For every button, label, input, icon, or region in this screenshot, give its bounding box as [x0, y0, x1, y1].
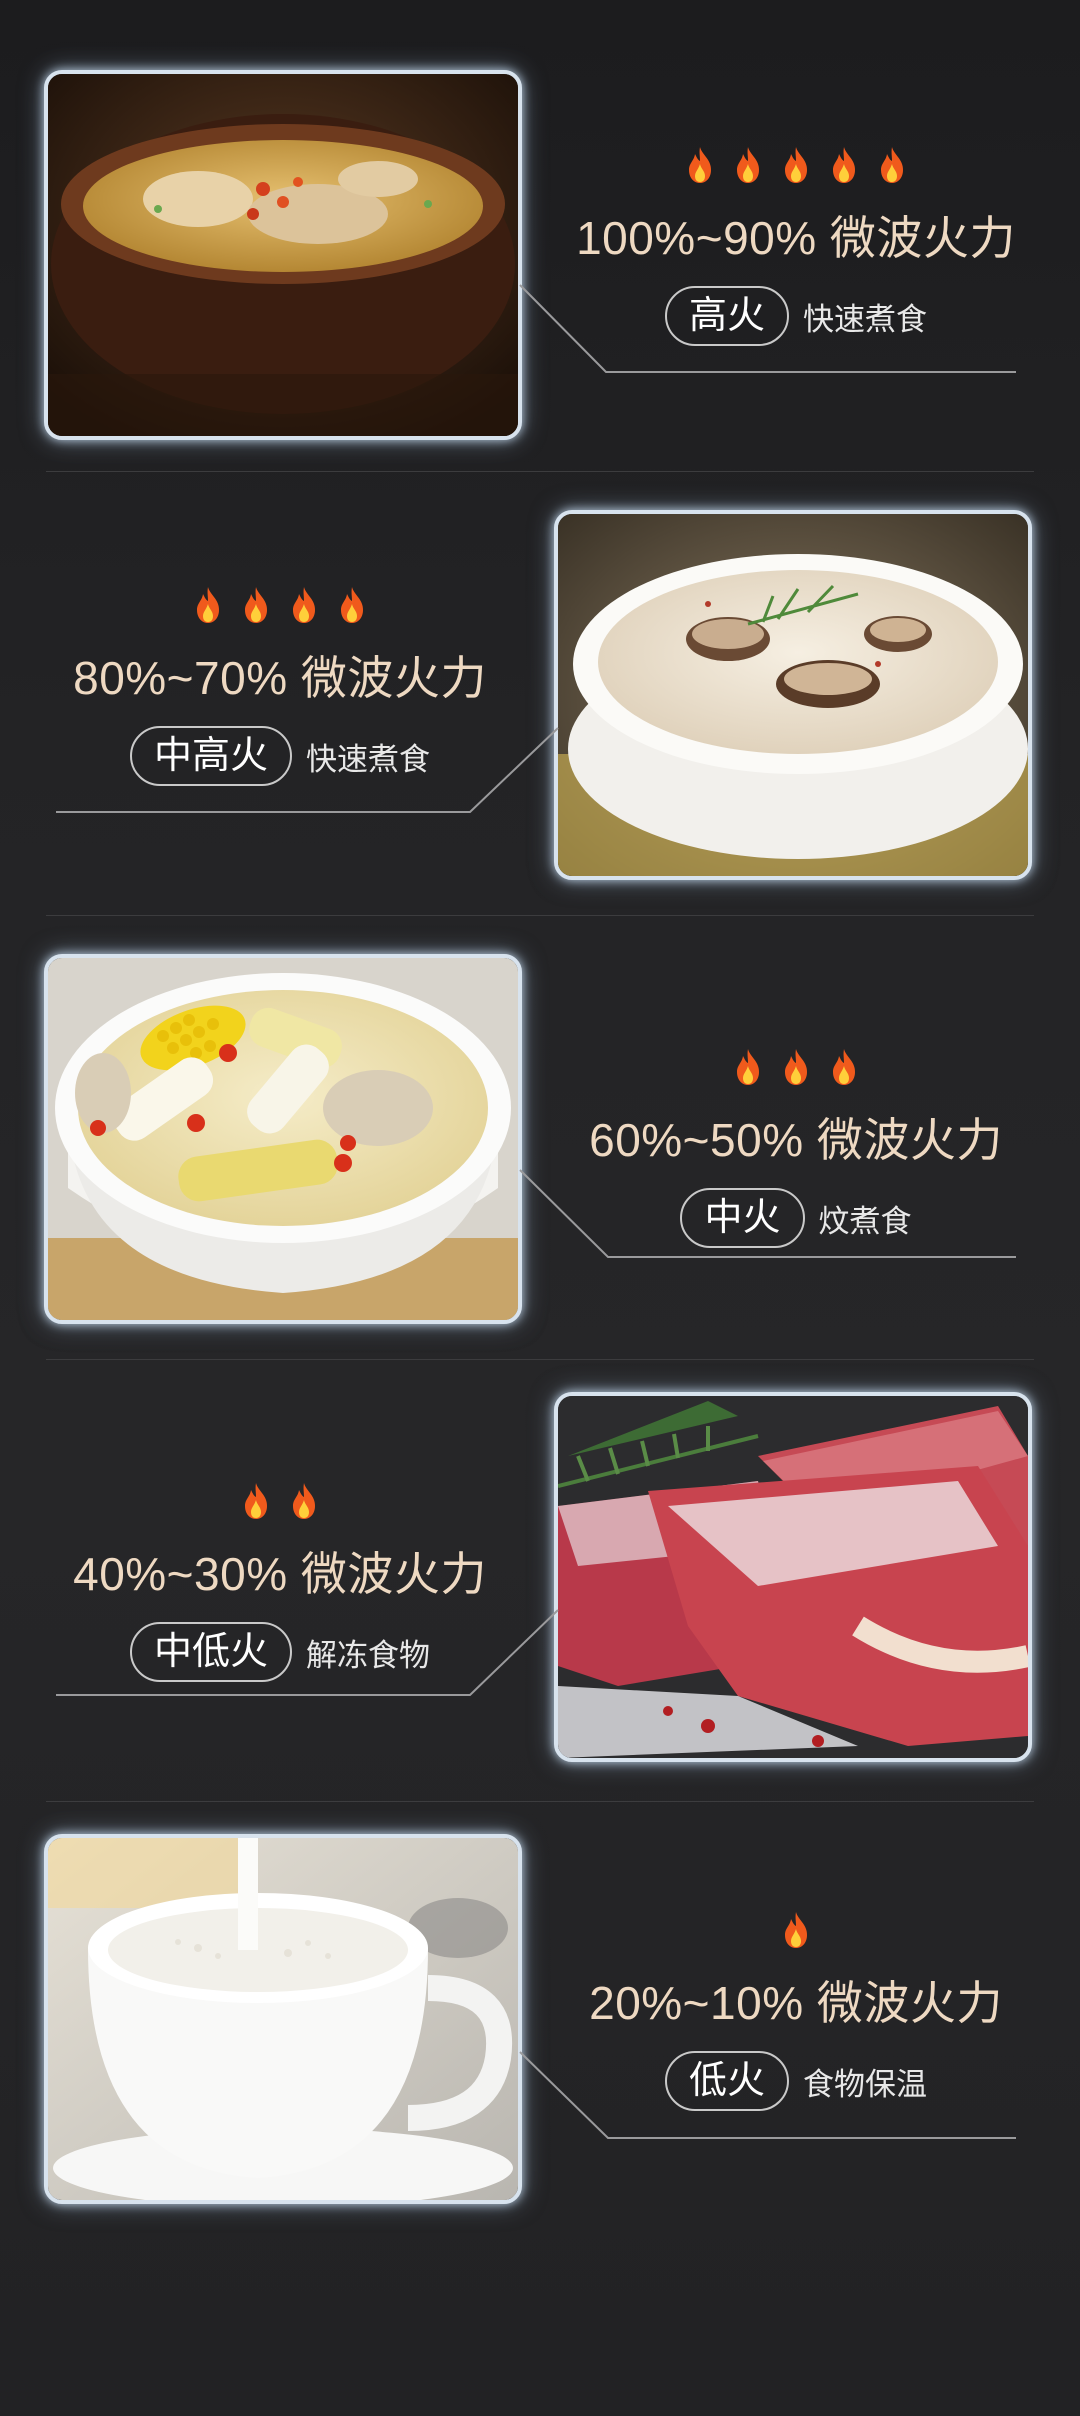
power-tagline: 低火 食物保温 [556, 2051, 1036, 2111]
flame-icon [785, 1912, 807, 1948]
usage-description: 食物保温 [803, 2066, 927, 2102]
power-info-5: 20%~10% 微波火力 低火 食物保温 [556, 1905, 1036, 2111]
power-level-badge: 低火 [664, 2051, 789, 2111]
power-level-section-5: 20%~10% 微波火力 低火 食物保温 [0, 0, 1080, 2204]
power-percentage: 20%~10% 微波火力 [589, 1977, 1003, 2029]
flame-rating [556, 1905, 1036, 1949]
microwave-power-levels-page: 100%~90% 微波火力 高火 快速煮食 80%~70% 微波火力 中高火 快… [0, 0, 1080, 2416]
connector-line-5 [519, 2051, 1016, 2139]
